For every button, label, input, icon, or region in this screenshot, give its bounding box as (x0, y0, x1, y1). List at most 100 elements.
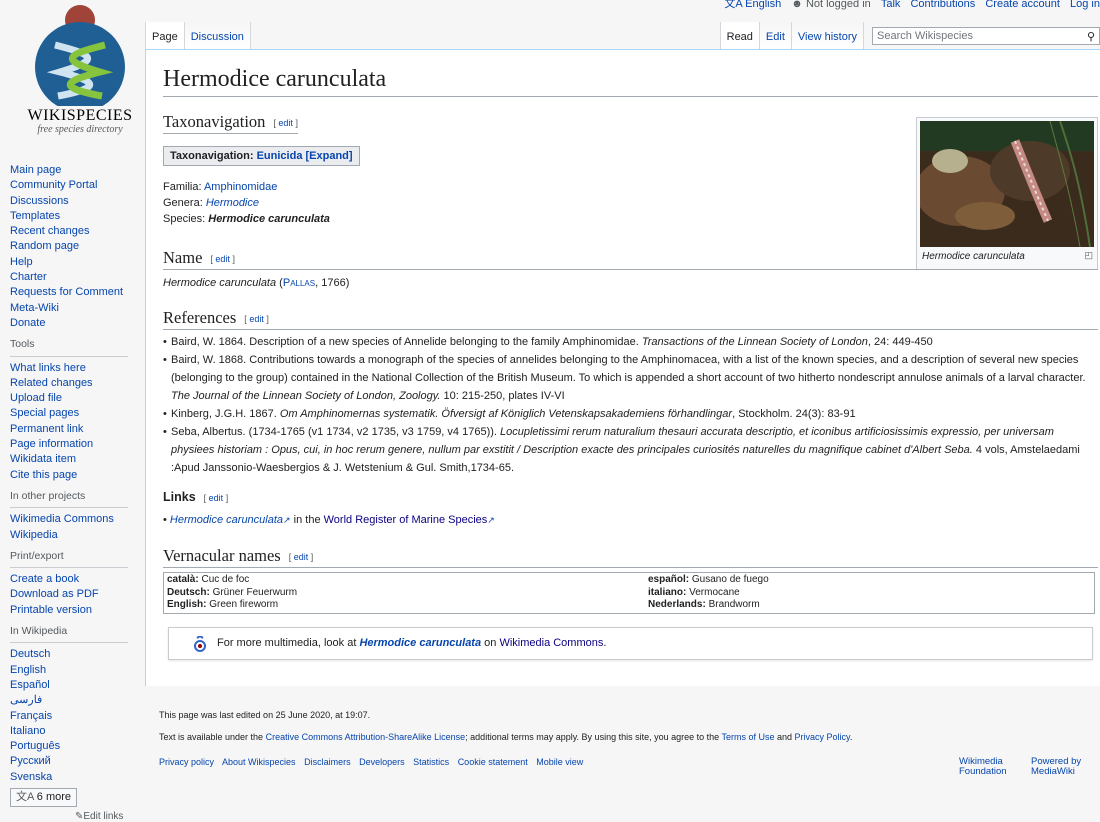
lang-link-francais[interactable]: Français (10, 709, 145, 724)
footer-link-cookie-statement[interactable]: Cookie statement (458, 757, 528, 767)
section-heading-name: Name[ edit ] (163, 248, 1098, 270)
lang-link-russian[interactable]: Русский (10, 754, 145, 769)
license-note: Text is available under the Creative Com… (159, 732, 853, 742)
tab-edit[interactable]: Edit (759, 22, 792, 49)
footer-link-about[interactable]: About Wikispecies (222, 757, 296, 767)
commons-species-link[interactable]: Hermodice carunculata (359, 637, 481, 649)
lang-link-svenska[interactable]: Svenska (10, 770, 145, 785)
vernacular-row: italiano: Vermocane (648, 586, 740, 598)
page-title: Hermodice carunculata (163, 66, 1098, 97)
create-account-link[interactable]: Create account (985, 0, 1060, 10)
sidebar-item-wikipedia[interactable]: Wikipedia (10, 528, 145, 543)
sidebar-item-related-changes[interactable]: Related changes (10, 376, 145, 391)
wikispecies-logo-icon (35, 5, 125, 106)
sidebar-item-templates[interactable]: Templates (10, 209, 145, 224)
sidebar-item-requests-for-comment[interactable]: Requests for Comment (10, 285, 145, 300)
taxon-familia: Familia: Amphinomidae (163, 181, 278, 193)
tab-discussion[interactable]: Discussion (184, 22, 251, 49)
sidebar-item-permanent-link[interactable]: Permanent link (10, 422, 145, 437)
expand-button[interactable]: [Expand] (306, 150, 353, 162)
sidebar-item-download-pdf[interactable]: Download as PDF (10, 587, 145, 602)
sidebar-navigation: Main page Community Portal Discussions T… (10, 163, 145, 331)
sidebar-print-export: Create a book Download as PDF Printable … (10, 572, 145, 618)
sidebar-item-discussions[interactable]: Discussions (10, 194, 145, 209)
sidebar-item-cite-this-page[interactable]: Cite this page (10, 468, 145, 483)
lang-link-deutsch[interactable]: Deutsch (10, 647, 145, 662)
fireworm-photo-icon (920, 121, 1094, 247)
taxonav-link-eunicida[interactable]: Eunicida (257, 150, 303, 162)
reference-item: Baird, W. 1864. Description of a new spe… (163, 333, 1095, 351)
edit-section-link[interactable]: edit (209, 493, 224, 503)
talk-link[interactable]: Talk (881, 0, 901, 10)
not-logged-in: ☻ Not logged in (791, 0, 871, 10)
namespace-tabs: Page Discussion (145, 22, 251, 49)
sidebar-item-wikimedia-commons[interactable]: Wikimedia Commons (10, 512, 145, 527)
sidebar-item-what-links-here[interactable]: What links here (10, 361, 145, 376)
lang-link-portugues[interactable]: Português (10, 739, 145, 754)
license-link[interactable]: Creative Commons Attribution-ShareAlike … (266, 732, 466, 742)
edit-section-link[interactable]: edit (249, 314, 264, 324)
wikimedia-foundation-badge[interactable]: Wikimedia Foundation (959, 757, 1007, 777)
taxon-species: Species: Hermodice carunculata (163, 213, 330, 225)
sidebar-item-recent-changes[interactable]: Recent changes (10, 224, 145, 239)
lang-link-english[interactable]: English (10, 663, 145, 678)
vernacular-row: català: Cuc de foc (167, 574, 250, 585)
language-selector[interactable]: 文A English (724, 0, 781, 10)
in-wikipedia-heading: In Wikipedia (10, 624, 128, 644)
footer-link-developers[interactable]: Developers (359, 757, 405, 767)
sidebar-item-help[interactable]: Help (10, 255, 145, 270)
references-list: Baird, W. 1864. Description of a new spe… (163, 333, 1095, 477)
sidebar-item-special-pages[interactable]: Special pages (10, 406, 145, 421)
edit-section-link[interactable]: edit (294, 552, 309, 562)
vernacular-column-right: español: Gusano de fuego italiano: Vermo… (645, 573, 772, 613)
genera-link[interactable]: Hermodice (206, 197, 259, 209)
footer-link-disclaimers[interactable]: Disclaimers (304, 757, 351, 767)
external-link-icon: ↗ (487, 515, 495, 525)
edit-section-link[interactable]: edit (278, 118, 293, 128)
logo-tagline: free species directory (37, 124, 123, 135)
sidebar-item-charter[interactable]: Charter (10, 270, 145, 285)
sidebar-item-page-information[interactable]: Page information (10, 437, 145, 452)
commons-link[interactable]: Wikimedia Commons (499, 637, 603, 649)
edit-links[interactable]: ✎Edit links (75, 811, 123, 822)
footer-link-statistics[interactable]: Statistics (413, 757, 449, 767)
privacy-policy-inline-link[interactable]: Privacy Policy (795, 732, 850, 742)
search-icon[interactable]: ⚲ (1087, 30, 1095, 43)
edit-section-link[interactable]: edit (215, 254, 230, 264)
worms-species-link[interactable]: Hermodice carunculata (170, 514, 283, 526)
search-input[interactable]: Search Wikispecies ⚲ (872, 27, 1100, 45)
sidebar-item-printable-version[interactable]: Printable version (10, 603, 145, 618)
author-link-pallas[interactable]: Pallas (283, 277, 315, 289)
contributions-link[interactable]: Contributions (910, 0, 975, 10)
sidebar-item-main-page[interactable]: Main page (10, 163, 145, 178)
familia-link[interactable]: Amphinomidae (204, 181, 277, 193)
site-logo[interactable]: WIKISPECIES free species directory (0, 0, 145, 150)
lang-link-farsi[interactable]: فارسی (10, 693, 145, 708)
section-heading-references: References[ edit ] (163, 308, 1098, 330)
sidebar-item-community-portal[interactable]: Community Portal (10, 178, 145, 193)
sidebar-tools: What links here Related changes Upload f… (10, 361, 145, 483)
powered-by-mediawiki-badge[interactable]: Powered by MediaWiki (1031, 757, 1081, 777)
commons-notice-text: For more multimedia, look at Hermodice c… (217, 637, 607, 649)
tools-heading: Tools (10, 337, 128, 357)
tab-page[interactable]: Page (145, 22, 185, 49)
more-languages-button[interactable]: 文A 6 more (10, 787, 78, 808)
lang-link-espanol[interactable]: Español (10, 678, 145, 693)
sidebar-item-wikidata-item[interactable]: Wikidata item (10, 452, 145, 467)
terms-of-use-link[interactable]: Terms of Use (721, 732, 774, 742)
footer-link-privacy-policy[interactable]: Privacy policy (159, 757, 214, 767)
lang-link-italiano[interactable]: Italiano (10, 724, 145, 739)
sidebar-item-donate[interactable]: Donate (10, 316, 145, 331)
worms-register-link[interactable]: World Register of Marine Species (324, 514, 488, 526)
species-photo[interactable] (920, 121, 1094, 247)
tab-read[interactable]: Read (719, 22, 760, 49)
sidebar-item-upload-file[interactable]: Upload file (10, 391, 145, 406)
footer-link-mobile-view[interactable]: Mobile view (536, 757, 583, 767)
tab-view-history[interactable]: View history (791, 22, 864, 49)
sidebar-item-create-a-book[interactable]: Create a book (10, 572, 145, 587)
reference-item: Baird, W. 1868. Contributions towards a … (163, 351, 1095, 405)
sidebar-item-random-page[interactable]: Random page (10, 239, 145, 254)
vernacular-names-table: català: Cuc de foc Deutsch: Grüner Feuer… (163, 572, 1095, 614)
sidebar-item-meta-wiki[interactable]: Meta-Wiki (10, 301, 145, 316)
log-in-link[interactable]: Log in (1070, 0, 1100, 10)
